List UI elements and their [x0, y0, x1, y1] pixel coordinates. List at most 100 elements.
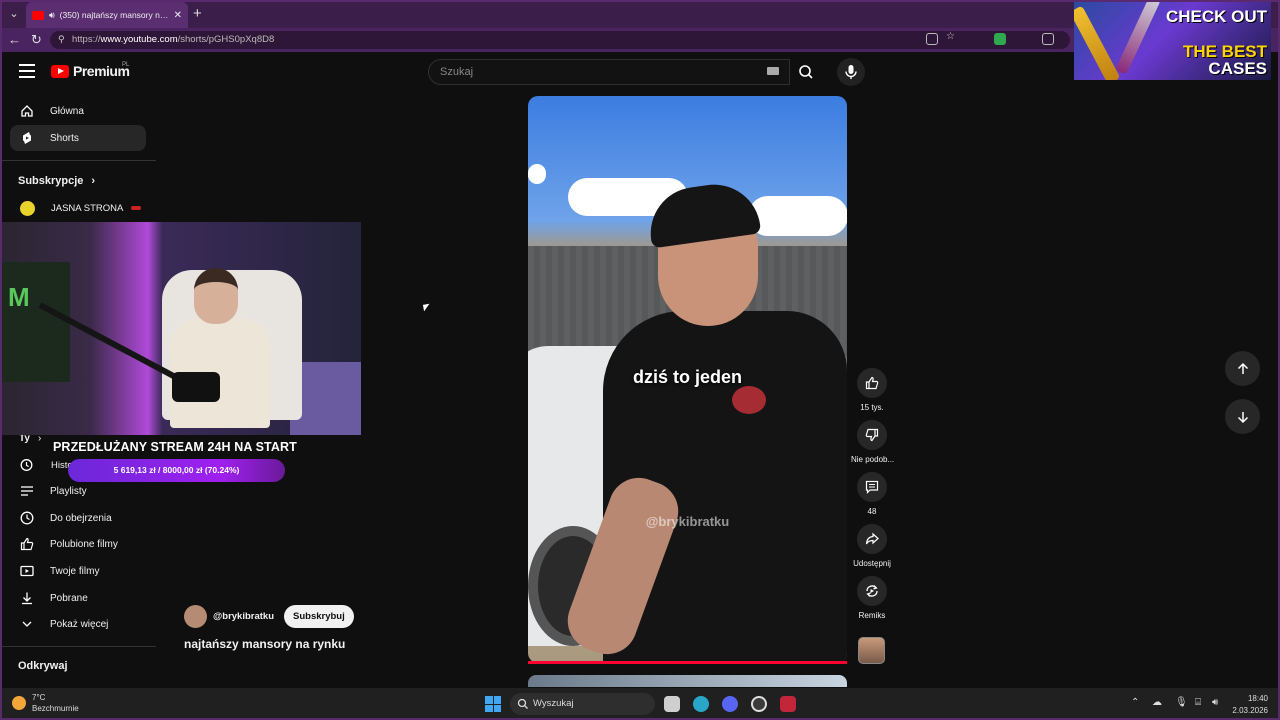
- playlist-icon: [20, 484, 34, 498]
- channel-avatar[interactable]: [184, 605, 207, 628]
- download-icon: [20, 591, 34, 605]
- next-short-preview[interactable]: [528, 675, 847, 687]
- shirt-logo: [732, 386, 766, 414]
- volume-icon[interactable]: 🔊︎: [1212, 697, 1218, 708]
- video-icon: [20, 564, 34, 578]
- voice-search-button[interactable]: [837, 58, 865, 86]
- weather-widget[interactable]: 7°C Bezchmurnie: [12, 692, 79, 714]
- hamburger-menu-icon[interactable]: [19, 64, 35, 78]
- channel-avatar: [20, 200, 35, 216]
- sidebar-item-watch-later[interactable]: Do obejrzenia: [10, 505, 146, 531]
- network-icon[interactable]: ⌸: [1195, 697, 1201, 708]
- video-progress-bar[interactable]: [528, 661, 847, 664]
- tab-list-chevron-icon[interactable]: ⌄: [4, 4, 24, 24]
- chevron-down-icon: [20, 617, 34, 631]
- arrow-up-icon: [1237, 362, 1248, 374]
- sidebar-item-label: Do obejrzenia: [50, 512, 112, 524]
- share-icon: [865, 532, 879, 545]
- file-explorer-icon[interactable]: [664, 696, 680, 712]
- subscribe-button[interactable]: Subskrybuj: [284, 605, 354, 628]
- discord-icon[interactable]: [722, 696, 738, 712]
- short-title[interactable]: najtańszy mansory na rynku: [184, 637, 345, 651]
- sidebar-item-label: Polubione filmy: [50, 538, 118, 550]
- tray-overflow-icon[interactable]: ⌃: [1131, 697, 1139, 708]
- case-opening-ad-overlay: CHECK OUT THE BEST CASES: [1074, 0, 1271, 80]
- sidebar-divider: [0, 646, 156, 647]
- ad-line-3: CASES: [1208, 59, 1267, 78]
- sidebar-item-show-more[interactable]: Pokaż więcej: [10, 611, 146, 637]
- subscriptions-heading[interactable]: Subskrypcje ›: [18, 175, 95, 187]
- like-button[interactable]: 15 tys.: [851, 368, 893, 412]
- search-button[interactable]: [790, 59, 824, 85]
- comment-count: 48: [867, 507, 877, 516]
- search-icon: [517, 698, 528, 709]
- home-icon: [20, 104, 34, 118]
- browser-tab-active[interactable]: 🔊︎ (350) najtańszy mansory na ry ✕: [26, 2, 188, 28]
- taskbar-clock[interactable]: 18:40 2.03.2026: [1232, 693, 1268, 717]
- speaker-icon[interactable]: 🔊︎: [49, 10, 55, 21]
- weather-sun-icon: [12, 696, 26, 710]
- previous-short-button[interactable]: [1225, 351, 1260, 386]
- reload-icon[interactable]: ↻: [31, 32, 42, 48]
- thumb-down-icon: [865, 428, 879, 442]
- sidebar-item-home[interactable]: Główna: [10, 98, 146, 124]
- remix-icon: [866, 585, 878, 597]
- monster-can-decoration: M: [0, 262, 70, 382]
- subscription-item-jasna-strona[interactable]: JASNA STRONA: [10, 195, 146, 221]
- bookmark-star-icon[interactable]: ☆: [946, 31, 958, 43]
- app-available-icon[interactable]: [926, 33, 938, 45]
- onedrive-cloud-icon[interactable]: ☁: [1152, 697, 1162, 708]
- youtube-premium-logo[interactable]: Premium PL: [51, 62, 130, 79]
- like-count: 15 tys.: [860, 403, 884, 412]
- sidebar-item-label: Główna: [50, 105, 84, 117]
- region-code: PL: [122, 62, 130, 68]
- shorts-video-player[interactable]: dziś to jeden @brykibratku: [528, 96, 847, 663]
- remix-button[interactable]: Remiks: [851, 576, 893, 620]
- search-input[interactable]: Szukaj: [428, 59, 790, 85]
- weather-condition: Bezchmurnie: [32, 704, 79, 713]
- address-bar[interactable]: ⚲ https://www.youtube.com/shorts/pGHS0pX…: [50, 31, 1070, 49]
- edge-browser-icon[interactable]: [693, 696, 709, 712]
- temperature: 7°C: [32, 693, 46, 702]
- channel-name[interactable]: @brykibratku: [213, 611, 274, 622]
- extensions-puzzle-icon[interactable]: [1042, 33, 1054, 45]
- sidebar-item-shorts[interactable]: Shorts: [10, 125, 146, 151]
- sidebar-item-your-videos[interactable]: Twoje filmy: [10, 558, 146, 584]
- explore-heading: Odkrywaj: [18, 660, 68, 672]
- site-info-icon[interactable]: ⚲: [58, 34, 65, 45]
- microphone-tray-icon[interactable]: 🎙︎: [1175, 697, 1188, 708]
- comment-icon: [865, 480, 879, 494]
- sidebar-item-downloads[interactable]: Pobrane: [10, 585, 146, 611]
- streamer-webcam-overlay: M: [0, 222, 361, 435]
- tab-close-icon[interactable]: ✕: [174, 10, 182, 21]
- back-arrow-icon[interactable]: ←: [8, 32, 21, 47]
- shorts-icon: [20, 131, 34, 145]
- url-prefix: https://: [72, 34, 101, 45]
- taskbar-search-label: Wyszukaj: [533, 698, 574, 709]
- new-tab-button[interactable]: +: [193, 5, 202, 22]
- thumb-up-icon: [20, 537, 34, 551]
- sidebar-item-liked-videos[interactable]: Polubione filmy: [10, 531, 146, 557]
- app-icon[interactable]: [751, 696, 767, 712]
- taskbar-search-box[interactable]: Wyszukaj: [510, 693, 655, 715]
- windows-taskbar: 7°C Bezchmurnie Wyszukaj ⌃ ☁ 🎙︎ ⌸ 🔊︎ 18:4…: [0, 688, 1280, 720]
- cloud: [528, 164, 546, 184]
- dislike-button[interactable]: Nie podob...: [851, 420, 895, 464]
- acrobat-icon[interactable]: [780, 696, 796, 712]
- youtube-favicon-icon: [32, 10, 44, 20]
- sidebar-item-label: Twoje filmy: [50, 565, 100, 577]
- comments-button[interactable]: 48: [851, 472, 893, 516]
- search-icon: [799, 65, 813, 79]
- knife-graphic: [1115, 0, 1161, 75]
- sidebar-item-label: Shorts: [50, 132, 79, 144]
- streaming-microphone: [172, 372, 220, 402]
- extension-icon[interactable]: [994, 33, 1006, 45]
- next-short-button[interactable]: [1225, 399, 1260, 434]
- sound-source-thumbnail[interactable]: [858, 637, 885, 664]
- ad-line-2: THE BEST: [1182, 42, 1267, 61]
- share-button[interactable]: Udostępnij: [851, 524, 893, 568]
- keyboard-icon[interactable]: [767, 67, 779, 75]
- dislike-label: Nie podob...: [851, 455, 895, 464]
- windows-start-icon[interactable]: [485, 696, 501, 712]
- ad-line-1: CHECK OUT: [1165, 7, 1267, 26]
